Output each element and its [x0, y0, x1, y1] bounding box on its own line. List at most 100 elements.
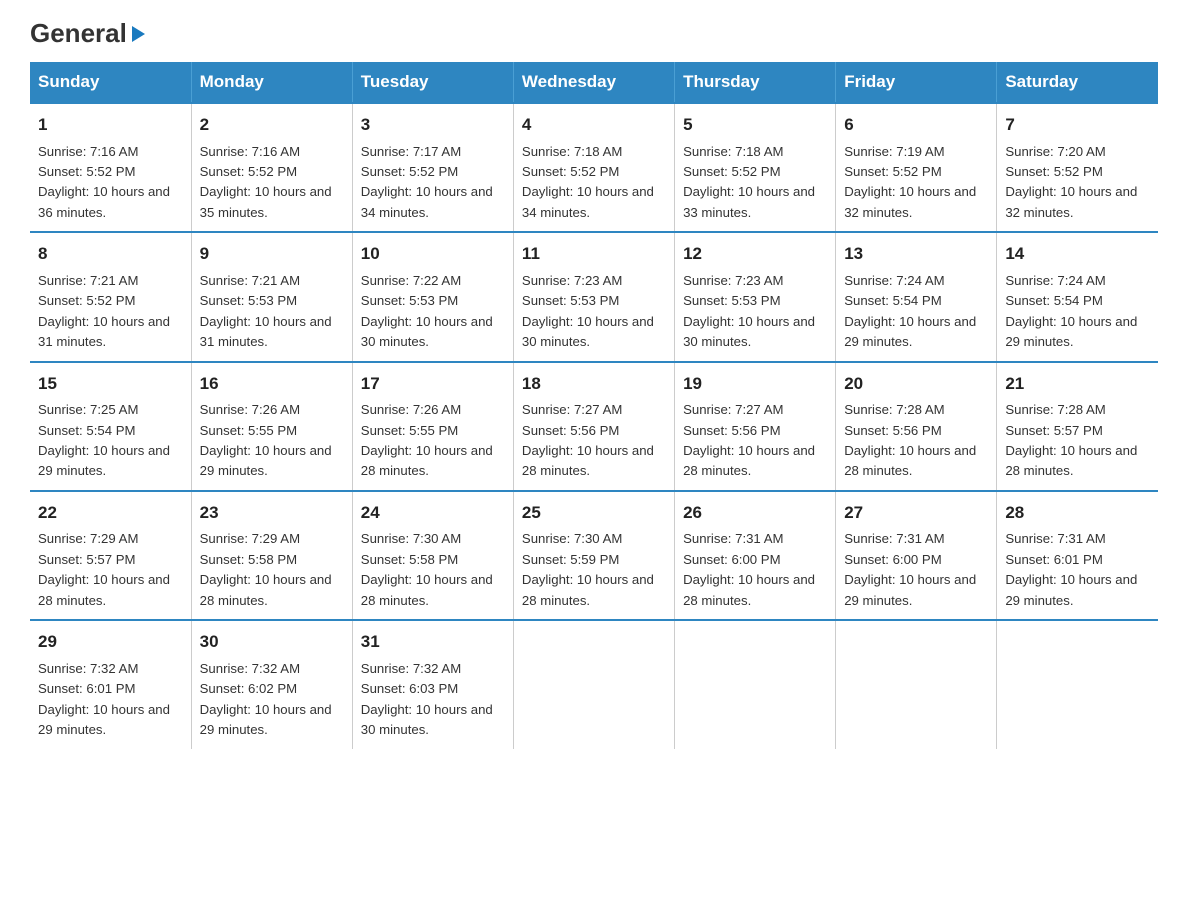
day-number: 1: [38, 112, 183, 138]
day-number: 16: [200, 371, 344, 397]
day-info: Sunrise: 7:16 AMSunset: 5:52 PMDaylight:…: [38, 144, 170, 220]
calendar-day-cell: 12 Sunrise: 7:23 AMSunset: 5:53 PMDaylig…: [675, 232, 836, 361]
day-number: 18: [522, 371, 666, 397]
day-info: Sunrise: 7:24 AMSunset: 5:54 PMDaylight:…: [1005, 273, 1137, 349]
day-info: Sunrise: 7:24 AMSunset: 5:54 PMDaylight:…: [844, 273, 976, 349]
logo-text-general: General: [30, 20, 127, 46]
day-info: Sunrise: 7:17 AMSunset: 5:52 PMDaylight:…: [361, 144, 493, 220]
day-info: Sunrise: 7:31 AMSunset: 6:01 PMDaylight:…: [1005, 531, 1137, 607]
calendar-day-cell: 24 Sunrise: 7:30 AMSunset: 5:58 PMDaylig…: [352, 491, 513, 620]
calendar-day-cell: 30 Sunrise: 7:32 AMSunset: 6:02 PMDaylig…: [191, 620, 352, 748]
day-number: 20: [844, 371, 988, 397]
day-number: 8: [38, 241, 183, 267]
day-info: Sunrise: 7:26 AMSunset: 5:55 PMDaylight:…: [361, 402, 493, 478]
calendar-empty-cell: [675, 620, 836, 748]
day-number: 21: [1005, 371, 1150, 397]
column-header-wednesday: Wednesday: [513, 62, 674, 103]
calendar-day-cell: 13 Sunrise: 7:24 AMSunset: 5:54 PMDaylig…: [836, 232, 997, 361]
day-number: 13: [844, 241, 988, 267]
calendar-day-cell: 20 Sunrise: 7:28 AMSunset: 5:56 PMDaylig…: [836, 362, 997, 491]
calendar-day-cell: 7 Sunrise: 7:20 AMSunset: 5:52 PMDayligh…: [997, 103, 1158, 232]
day-info: Sunrise: 7:31 AMSunset: 6:00 PMDaylight:…: [844, 531, 976, 607]
calendar-day-cell: 16 Sunrise: 7:26 AMSunset: 5:55 PMDaylig…: [191, 362, 352, 491]
day-number: 6: [844, 112, 988, 138]
day-info: Sunrise: 7:18 AMSunset: 5:52 PMDaylight:…: [522, 144, 654, 220]
day-info: Sunrise: 7:30 AMSunset: 5:59 PMDaylight:…: [522, 531, 654, 607]
column-header-friday: Friday: [836, 62, 997, 103]
day-info: Sunrise: 7:16 AMSunset: 5:52 PMDaylight:…: [200, 144, 332, 220]
calendar-day-cell: 11 Sunrise: 7:23 AMSunset: 5:53 PMDaylig…: [513, 232, 674, 361]
day-number: 15: [38, 371, 183, 397]
calendar-day-cell: 25 Sunrise: 7:30 AMSunset: 5:59 PMDaylig…: [513, 491, 674, 620]
logo: General: [30, 20, 145, 42]
day-number: 5: [683, 112, 827, 138]
day-info: Sunrise: 7:29 AMSunset: 5:58 PMDaylight:…: [200, 531, 332, 607]
day-info: Sunrise: 7:32 AMSunset: 6:02 PMDaylight:…: [200, 661, 332, 737]
day-number: 29: [38, 629, 183, 655]
day-number: 14: [1005, 241, 1150, 267]
day-number: 10: [361, 241, 505, 267]
day-number: 28: [1005, 500, 1150, 526]
day-number: 24: [361, 500, 505, 526]
day-info: Sunrise: 7:26 AMSunset: 5:55 PMDaylight:…: [200, 402, 332, 478]
calendar-day-cell: 27 Sunrise: 7:31 AMSunset: 6:00 PMDaylig…: [836, 491, 997, 620]
calendar-week-row: 29 Sunrise: 7:32 AMSunset: 6:01 PMDaylig…: [30, 620, 1158, 748]
column-header-thursday: Thursday: [675, 62, 836, 103]
day-number: 23: [200, 500, 344, 526]
day-number: 25: [522, 500, 666, 526]
day-info: Sunrise: 7:30 AMSunset: 5:58 PMDaylight:…: [361, 531, 493, 607]
column-header-monday: Monday: [191, 62, 352, 103]
calendar-week-row: 15 Sunrise: 7:25 AMSunset: 5:54 PMDaylig…: [30, 362, 1158, 491]
calendar-table: SundayMondayTuesdayWednesdayThursdayFrid…: [30, 62, 1158, 749]
calendar-day-cell: 10 Sunrise: 7:22 AMSunset: 5:53 PMDaylig…: [352, 232, 513, 361]
calendar-day-cell: 14 Sunrise: 7:24 AMSunset: 5:54 PMDaylig…: [997, 232, 1158, 361]
calendar-day-cell: 28 Sunrise: 7:31 AMSunset: 6:01 PMDaylig…: [997, 491, 1158, 620]
page-header: General: [30, 20, 1158, 42]
calendar-day-cell: 18 Sunrise: 7:27 AMSunset: 5:56 PMDaylig…: [513, 362, 674, 491]
day-info: Sunrise: 7:31 AMSunset: 6:00 PMDaylight:…: [683, 531, 815, 607]
column-header-saturday: Saturday: [997, 62, 1158, 103]
day-info: Sunrise: 7:25 AMSunset: 5:54 PMDaylight:…: [38, 402, 170, 478]
calendar-empty-cell: [836, 620, 997, 748]
calendar-header-row: SundayMondayTuesdayWednesdayThursdayFrid…: [30, 62, 1158, 103]
day-info: Sunrise: 7:23 AMSunset: 5:53 PMDaylight:…: [522, 273, 654, 349]
day-info: Sunrise: 7:21 AMSunset: 5:53 PMDaylight:…: [200, 273, 332, 349]
calendar-day-cell: 5 Sunrise: 7:18 AMSunset: 5:52 PMDayligh…: [675, 103, 836, 232]
column-header-sunday: Sunday: [30, 62, 191, 103]
day-number: 31: [361, 629, 505, 655]
day-info: Sunrise: 7:22 AMSunset: 5:53 PMDaylight:…: [361, 273, 493, 349]
calendar-day-cell: 19 Sunrise: 7:27 AMSunset: 5:56 PMDaylig…: [675, 362, 836, 491]
day-number: 30: [200, 629, 344, 655]
day-number: 22: [38, 500, 183, 526]
calendar-day-cell: 6 Sunrise: 7:19 AMSunset: 5:52 PMDayligh…: [836, 103, 997, 232]
day-info: Sunrise: 7:18 AMSunset: 5:52 PMDaylight:…: [683, 144, 815, 220]
calendar-day-cell: 8 Sunrise: 7:21 AMSunset: 5:52 PMDayligh…: [30, 232, 191, 361]
calendar-day-cell: 1 Sunrise: 7:16 AMSunset: 5:52 PMDayligh…: [30, 103, 191, 232]
column-header-tuesday: Tuesday: [352, 62, 513, 103]
day-info: Sunrise: 7:27 AMSunset: 5:56 PMDaylight:…: [683, 402, 815, 478]
calendar-empty-cell: [513, 620, 674, 748]
day-info: Sunrise: 7:32 AMSunset: 6:03 PMDaylight:…: [361, 661, 493, 737]
calendar-day-cell: 3 Sunrise: 7:17 AMSunset: 5:52 PMDayligh…: [352, 103, 513, 232]
calendar-week-row: 8 Sunrise: 7:21 AMSunset: 5:52 PMDayligh…: [30, 232, 1158, 361]
day-info: Sunrise: 7:28 AMSunset: 5:57 PMDaylight:…: [1005, 402, 1137, 478]
calendar-week-row: 22 Sunrise: 7:29 AMSunset: 5:57 PMDaylig…: [30, 491, 1158, 620]
day-number: 19: [683, 371, 827, 397]
day-number: 2: [200, 112, 344, 138]
calendar-day-cell: 9 Sunrise: 7:21 AMSunset: 5:53 PMDayligh…: [191, 232, 352, 361]
day-number: 11: [522, 241, 666, 267]
day-number: 12: [683, 241, 827, 267]
calendar-day-cell: 21 Sunrise: 7:28 AMSunset: 5:57 PMDaylig…: [997, 362, 1158, 491]
day-number: 17: [361, 371, 505, 397]
calendar-empty-cell: [997, 620, 1158, 748]
day-info: Sunrise: 7:27 AMSunset: 5:56 PMDaylight:…: [522, 402, 654, 478]
calendar-day-cell: 2 Sunrise: 7:16 AMSunset: 5:52 PMDayligh…: [191, 103, 352, 232]
day-info: Sunrise: 7:20 AMSunset: 5:52 PMDaylight:…: [1005, 144, 1137, 220]
calendar-day-cell: 23 Sunrise: 7:29 AMSunset: 5:58 PMDaylig…: [191, 491, 352, 620]
calendar-day-cell: 15 Sunrise: 7:25 AMSunset: 5:54 PMDaylig…: [30, 362, 191, 491]
calendar-day-cell: 29 Sunrise: 7:32 AMSunset: 6:01 PMDaylig…: [30, 620, 191, 748]
day-info: Sunrise: 7:21 AMSunset: 5:52 PMDaylight:…: [38, 273, 170, 349]
calendar-day-cell: 26 Sunrise: 7:31 AMSunset: 6:00 PMDaylig…: [675, 491, 836, 620]
day-number: 7: [1005, 112, 1150, 138]
day-info: Sunrise: 7:19 AMSunset: 5:52 PMDaylight:…: [844, 144, 976, 220]
